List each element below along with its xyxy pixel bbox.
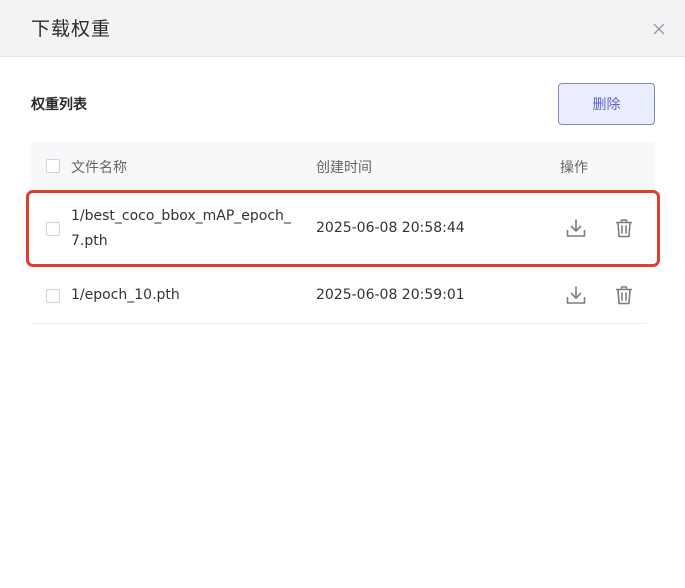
weights-list-title: 权重列表 [31,97,87,113]
delete-button-label: 删除 [592,97,621,113]
table-header: 文件名称 创建时间 操作 [31,142,655,190]
trash-icon[interactable] [612,283,636,307]
table-row: 1/best_coco_bbox_mAP_epoch_ 7.pth 2025-0… [31,190,647,267]
column-file-name: 文件名称 [71,160,127,176]
file-name: 1/best_coco_bbox_mAP_epoch_ 7.pth [71,204,301,254]
select-all-checkbox[interactable] [46,159,60,173]
column-created-time: 创建时间 [316,160,372,176]
column-actions: 操作 [560,160,588,176]
trash-icon[interactable] [612,216,636,240]
delete-button[interactable]: 删除 [558,83,655,125]
file-name-line-2: 7.pth [71,233,108,249]
close-icon[interactable] [650,20,668,38]
download-icon[interactable] [564,283,588,307]
download-weights-modal: 下载权重 权重列表 删除 文件名称 创建时间 操作 1/best_coco_bb… [0,0,685,588]
row-checkbox[interactable] [46,222,60,236]
file-name-line-1: 1/best_coco_bbox_mAP_epoch_ [71,208,291,224]
created-time: 2025-06-08 20:58:44 [316,220,465,236]
created-time: 2025-06-08 20:59:01 [316,287,465,303]
download-icon[interactable] [564,216,588,240]
row-checkbox[interactable] [46,289,60,303]
modal-header: 下载权重 [0,0,685,57]
modal-title: 下载权重 [31,18,112,40]
table-row: 1/epoch_10.pth 2025-06-08 20:59:01 [31,267,647,324]
file-name: 1/epoch_10.pth [71,287,180,303]
